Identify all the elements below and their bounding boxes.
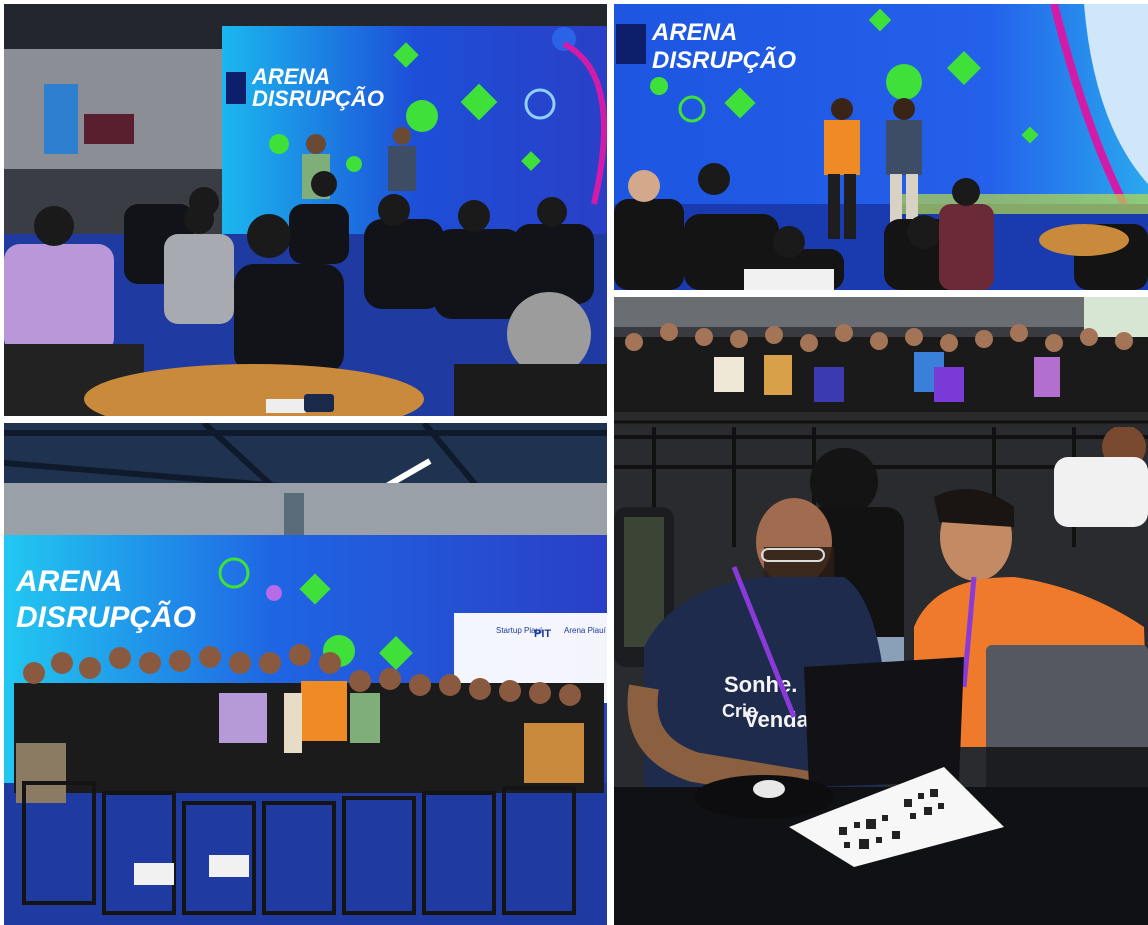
photo-stage-speakers-closeup-image: ARENA DISRUPÇÃO (614, 4, 1148, 290)
arena-sign-top-right-line2: DISRUPÇÃO (652, 46, 796, 74)
photo-stage-audience-wide-image: ARENA DISRUPÇÃO (4, 4, 607, 416)
partner-logo-2: PIT (534, 628, 551, 640)
photo-collage: ARENA DISRUPÇÃO ARENA DISRUPÇÃO ARENA DI… (0, 0, 1148, 925)
shirt-text-line3: Venda. (744, 707, 815, 732)
arena-sign-line2: DISRUPÇÃO (252, 86, 384, 111)
photo-group-image: ARENA DISRUPÇÃO Startup Piauí PIT Arena … (4, 423, 607, 925)
arena-sign-group-line2: DISRUPÇÃO (16, 600, 196, 634)
photo-stage-audience-wide: ARENA DISRUPÇÃO (4, 4, 607, 416)
photo-crowd-seated-image (614, 297, 1148, 427)
photo-stage-speakers-closeup: ARENA DISRUPÇÃO (614, 4, 1148, 290)
partner-logo-3: Arena Piauí (564, 626, 607, 635)
photo-laptop-qr-workshop: Sonhe. Crie Venda. (614, 427, 1148, 925)
arena-sign-group-line1: ARENA (15, 565, 123, 598)
arena-sign-top-right-line1: ARENA (651, 19, 737, 46)
photo-group: ARENA DISRUPÇÃO Startup Piauí PIT Arena … (4, 423, 607, 925)
photo-crowd-seated (614, 297, 1148, 427)
photo-laptop-qr-workshop-image: Sonhe. Crie Venda. (614, 427, 1148, 925)
